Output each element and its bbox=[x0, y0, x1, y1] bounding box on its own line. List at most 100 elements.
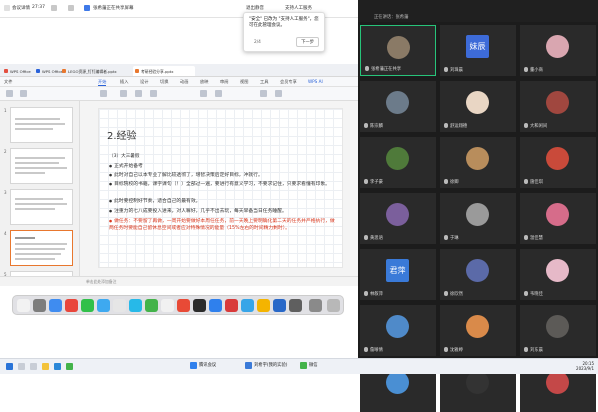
align-icon[interactable] bbox=[200, 90, 207, 97]
participant-tile[interactable]: 大和闲间 bbox=[520, 81, 596, 132]
slide-title: 2.经验 bbox=[107, 131, 137, 142]
mail-icon[interactable] bbox=[97, 299, 110, 312]
meeting-details-label[interactable]: 会议详情 bbox=[12, 5, 30, 11]
bold-icon[interactable] bbox=[120, 90, 127, 97]
participant-label: 林叙萍 bbox=[364, 291, 383, 297]
mic-muted-icon bbox=[524, 123, 528, 128]
explorer-icon[interactable] bbox=[42, 363, 49, 370]
system-clock[interactable]: 20:15 2023/9/1 bbox=[576, 361, 594, 371]
participant-name: 于琳 bbox=[450, 236, 459, 241]
menu-home[interactable]: 开始 bbox=[98, 79, 107, 86]
downloads-icon[interactable] bbox=[309, 299, 322, 312]
windows-start-icon[interactable] bbox=[6, 363, 13, 370]
find-icon[interactable] bbox=[275, 90, 282, 97]
mic-muted-icon bbox=[444, 123, 448, 128]
participant-tile[interactable]: 君萍 林叙萍 bbox=[360, 249, 436, 300]
taskbar-item-tencent-meeting[interactable]: 腾讯会议 bbox=[190, 362, 216, 369]
menu-review[interactable]: 审阅 bbox=[220, 79, 228, 85]
participant-tile[interactable]: 詹晰倩 bbox=[360, 305, 436, 356]
launchpad-icon[interactable] bbox=[33, 299, 46, 312]
shape-icon[interactable] bbox=[260, 90, 267, 97]
participant-tile[interactable]: 李子豪 bbox=[360, 137, 436, 188]
layout-icon[interactable] bbox=[68, 5, 74, 11]
unmute-button[interactable]: 退出静音 bbox=[246, 5, 264, 11]
notion-icon[interactable] bbox=[193, 299, 206, 312]
edge-icon[interactable] bbox=[54, 363, 61, 370]
list-icon[interactable] bbox=[215, 90, 222, 97]
notes-icon[interactable] bbox=[161, 299, 174, 312]
menu-file[interactable]: 文件 bbox=[4, 79, 12, 85]
italic-icon[interactable] bbox=[135, 90, 142, 97]
menu-member[interactable]: 会员专享 bbox=[280, 79, 297, 85]
tab-exam-experience[interactable]: 考研经验分享.pptx bbox=[133, 66, 195, 76]
participant-tile[interactable]: 施佳琪 bbox=[520, 137, 596, 188]
participant-avatar bbox=[546, 35, 569, 58]
settings-icon[interactable] bbox=[289, 299, 302, 312]
current-slide[interactable]: 2.经验 （3）大三暑假 正式开始备考 此时对自己以本专业了解比较透彻了，增智决… bbox=[98, 108, 343, 268]
participant-label: 陈宗麟 bbox=[364, 123, 383, 129]
participant-tile[interactable]: 刘东晨 bbox=[520, 305, 596, 356]
notes-app-icon[interactable] bbox=[257, 299, 270, 312]
participant-avatar bbox=[386, 203, 409, 226]
participant-name: 沈雅婷 bbox=[450, 348, 463, 353]
paste-icon[interactable] bbox=[6, 90, 13, 97]
menu-wps-ai[interactable]: WPS AI bbox=[308, 79, 323, 84]
participant-tile[interactable]: 韦晓佳 bbox=[520, 249, 596, 300]
participant-tile[interactable]: 徐欣然 bbox=[440, 249, 516, 300]
participant-tile[interactable]: 张希藩正在共享 bbox=[360, 25, 436, 76]
mic-muted-icon bbox=[524, 347, 528, 352]
participant-tile[interactable]: 董小商 bbox=[520, 25, 596, 76]
appstore-icon[interactable] bbox=[241, 299, 254, 312]
participant-tile[interactable]: 黄思语 bbox=[360, 193, 436, 244]
menu-design[interactable]: 设计 bbox=[140, 79, 148, 85]
trash-icon[interactable] bbox=[327, 299, 340, 312]
participant-avatar bbox=[546, 315, 569, 338]
tencent-meeting-icon[interactable] bbox=[209, 299, 222, 312]
cut-icon[interactable] bbox=[20, 90, 27, 97]
slide-thumbnail[interactable]: 1 bbox=[4, 107, 73, 143]
menu-slideshow[interactable]: 放映 bbox=[200, 79, 208, 85]
menu-insert[interactable]: 插入 bbox=[120, 79, 128, 85]
notes-placeholder[interactable]: 单击此处添加备注 bbox=[86, 279, 116, 285]
finder-icon[interactable] bbox=[17, 299, 30, 312]
participant-label: 韦晓佳 bbox=[524, 291, 543, 297]
participant-tile[interactable]: 沈雅婷 bbox=[440, 305, 516, 356]
taskbar: 腾讯会议 刘希宇(我的实验) 微信 20:15 2023/9/1 bbox=[0, 358, 598, 374]
wps-icon[interactable] bbox=[177, 299, 190, 312]
store-icon[interactable] bbox=[66, 363, 73, 370]
messages-icon[interactable] bbox=[81, 299, 94, 312]
ai-service-button[interactable]: 支持人工服务 bbox=[285, 5, 312, 11]
meeting-info-icon[interactable] bbox=[4, 5, 10, 11]
menu-tools[interactable]: 工具 bbox=[260, 79, 268, 85]
participant-tile[interactable]: 妹辰 刘珠晨 bbox=[440, 25, 516, 76]
participant-tile[interactable]: 舒运翔德 bbox=[440, 81, 516, 132]
slide-thumbnail[interactable]: 3 bbox=[4, 189, 73, 225]
search-icon[interactable] bbox=[18, 363, 25, 370]
wechat-icon[interactable] bbox=[145, 299, 158, 312]
menu-animation[interactable]: 动画 bbox=[180, 79, 188, 85]
taskview-icon[interactable] bbox=[30, 363, 37, 370]
slide-thumbnail-selected[interactable]: 4 bbox=[4, 230, 73, 266]
participant-name: 温佳慧 bbox=[530, 236, 543, 241]
safari-icon[interactable] bbox=[49, 299, 62, 312]
calendar-icon[interactable] bbox=[113, 299, 126, 312]
participant-tile[interactable]: 温佳慧 bbox=[520, 193, 596, 244]
chrome-icon[interactable] bbox=[65, 299, 78, 312]
participant-tile[interactable]: 于琳 bbox=[440, 193, 516, 244]
slide-thumbnail[interactable]: 2 bbox=[4, 148, 73, 184]
netease-music-icon[interactable] bbox=[225, 299, 238, 312]
underline-icon[interactable] bbox=[150, 90, 157, 97]
tab-lego-resource[interactable]: LEGO资源_钉钉编辑者.pptx bbox=[60, 66, 132, 76]
word-icon[interactable] bbox=[273, 299, 286, 312]
guide-next-button[interactable]: 下一步 bbox=[296, 37, 319, 47]
menu-transition[interactable]: 切换 bbox=[160, 79, 168, 85]
taskbar-item-wechat[interactable]: 微信 bbox=[300, 362, 318, 369]
tab-wps-office[interactable]: WPS Office bbox=[34, 66, 63, 76]
menu-view[interactable]: 视图 bbox=[240, 79, 248, 85]
qq-icon[interactable] bbox=[129, 299, 142, 312]
participant-tile[interactable]: 徐卿 bbox=[440, 137, 516, 188]
participant-avatar bbox=[546, 259, 569, 282]
taskbar-item-experiment[interactable]: 刘希宇(我的实验) bbox=[245, 362, 287, 369]
new-slide-icon[interactable] bbox=[100, 90, 107, 97]
participant-tile[interactable]: 陈宗麟 bbox=[360, 81, 436, 132]
